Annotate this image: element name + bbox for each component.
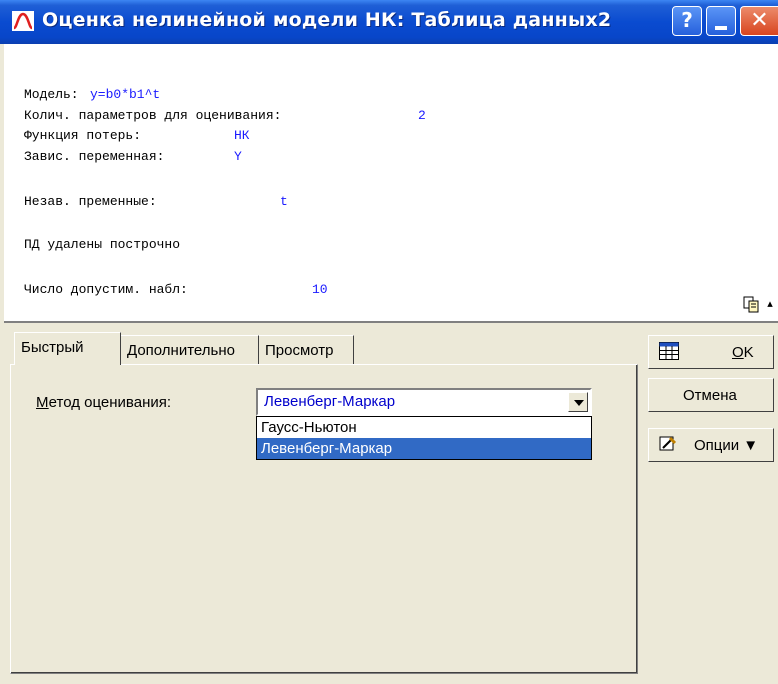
help-button[interactable]: ? [672,6,702,36]
tab-advanced[interactable]: Дополнительно [121,335,259,364]
dropdown-arrow-icon[interactable] [568,392,588,412]
param-count-value: 2 [418,108,426,123]
minimize-icon [715,26,727,30]
estimation-method-select[interactable]: Левенберг-Маркар [256,388,592,416]
copy-icon[interactable] [742,294,760,314]
estimation-method-value: Левенберг-Маркар [264,393,396,410]
minimize-button[interactable] [706,6,736,36]
loss-function-value: НК [234,128,250,143]
nonlinear-model-icon [12,11,34,31]
loss-function-label: Функция потерь: [24,128,142,143]
missing-data-note: ПД удалены построчно [24,237,181,252]
estimation-method-dropdown-list: Гаусс-Ньютон Левенберг-Маркар [256,416,592,460]
options-button[interactable]: Опции ▼ [648,428,774,462]
method-option-levenberg-marquardt[interactable]: Левенберг-Маркар [257,438,591,459]
window-title: Оценка нелинейной модели НК: Таблица дан… [42,9,612,31]
method-option-gauss-newton[interactable]: Гаусс-Ньютон [257,417,591,438]
title-bar[interactable]: Оценка нелинейной модели НК: Таблица дан… [0,0,778,44]
model-value: y=b0*b1^t [90,87,161,102]
dependent-var-label: Завис. переменная: [24,149,165,164]
estimation-method-label: Метод оценивания: [36,394,172,411]
valid-obs-label: Число допустим. набл: [24,282,188,297]
valid-obs-value: 10 [312,282,328,297]
model-line: Модель: [24,87,79,102]
tab-review[interactable]: Просмотр [259,335,354,364]
independent-var-label: Незав. пременные: [24,194,157,209]
param-count-label: Колич. параметров для оценивания: [24,108,282,123]
model-label: Модель: [24,87,79,102]
dependent-var-value: Y [234,149,242,164]
options-wizard-icon [659,436,677,451]
independent-var-value: t [280,194,288,209]
collapse-panel-button[interactable]: ▴ [762,294,778,314]
cancel-label: Отмена [683,387,737,404]
options-label: Опции ▼ [694,437,759,454]
ok-button[interactable]: OK [648,335,774,369]
close-button[interactable]: ✕ [740,6,778,36]
spreadsheet-icon [659,342,679,360]
tab-quick[interactable]: Быстрый [14,332,121,365]
cancel-button[interactable]: Отмена [648,378,774,412]
estimation-dialog: Оценка нелинейной модели НК: Таблица дан… [0,0,778,684]
results-log-panel: Модель: y=b0*b1^t Колич. параметров для … [4,44,778,323]
